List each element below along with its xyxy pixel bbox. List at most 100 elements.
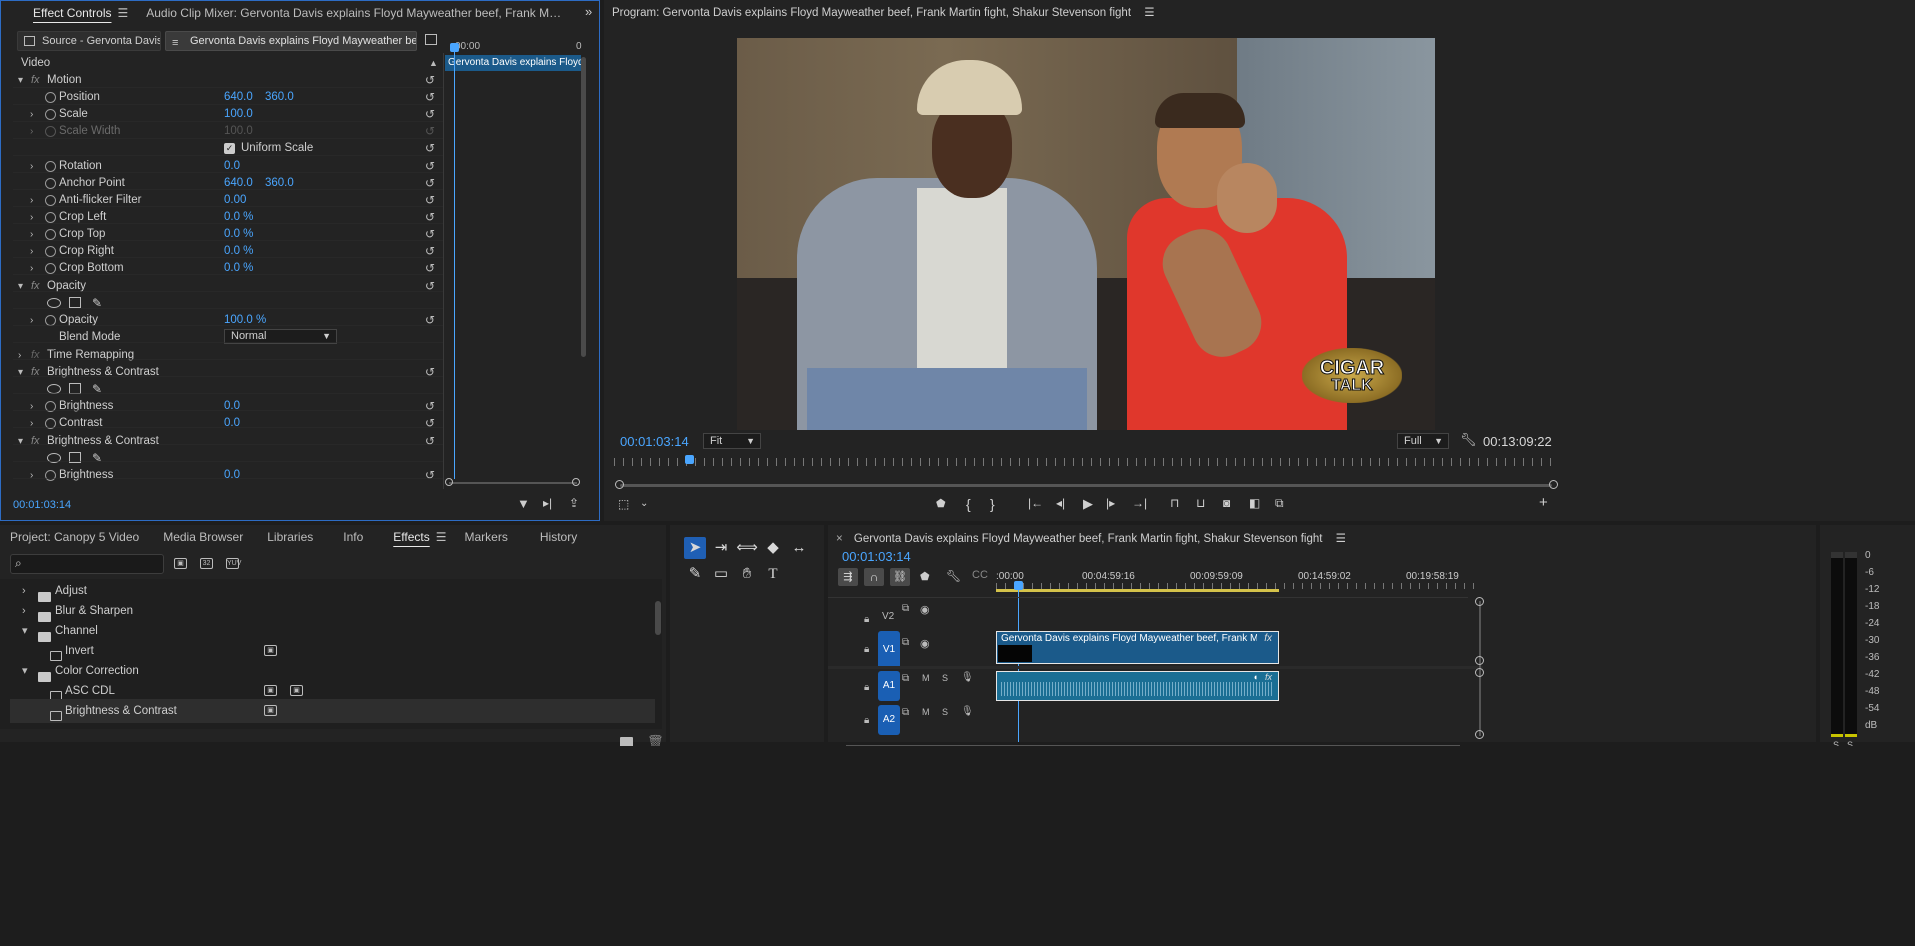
sequence-selector[interactable]: ≡ Gervonta Davis explains Floyd Mayweath… — [165, 31, 417, 51]
tab-media-browser[interactable]: Media Browser — [151, 525, 255, 549]
safe-margins-icon[interactable]: ⬚ — [618, 497, 629, 511]
tab-project[interactable]: Project: Canopy 5 Video — [0, 525, 151, 549]
close-icon[interactable]: × — [836, 533, 843, 545]
stopwatch-icon[interactable] — [45, 246, 56, 257]
sync-lock-icon[interactable]: ⧉ — [902, 707, 909, 718]
scroll-handle[interactable] — [1475, 730, 1484, 739]
export-frame-icon[interactable]: ◙ — [1223, 496, 1230, 510]
lock-icon[interactable]: 🔒︎ — [864, 614, 869, 625]
zoom-handle-right[interactable] — [572, 478, 580, 486]
captions-icon[interactable]: CC — [972, 569, 988, 581]
add-button-icon[interactable]: + — [1539, 494, 1548, 511]
sync-lock-icon[interactable]: ⧉ — [902, 603, 909, 614]
accelerated-effects-icon[interactable]: ▣ — [174, 558, 187, 569]
eye-icon[interactable]: ◉ — [920, 603, 930, 616]
comparison-view-icon[interactable]: ◧ — [1249, 496, 1260, 510]
sync-lock-icon[interactable]: ⧉ — [902, 673, 909, 684]
lift-icon[interactable]: ⊓ — [1170, 496, 1179, 510]
scroll-handle[interactable] — [1475, 656, 1484, 665]
search-input[interactable] — [31, 556, 159, 572]
tab-info[interactable]: Info — [325, 525, 381, 549]
chevron-down-icon[interactable]: ⌄ — [640, 498, 648, 509]
ripple-edit-tool-icon[interactable]: ⟺ — [736, 537, 758, 559]
program-time-ruler[interactable] — [614, 458, 1559, 466]
expand-chevron-icon[interactable]: › — [30, 465, 33, 486]
stopwatch-icon[interactable] — [45, 229, 56, 240]
panel-menu-icon[interactable]: ☰ — [1336, 533, 1346, 545]
audio-clip[interactable]: ◖ fx — [996, 671, 1279, 701]
program-video-frame[interactable]: CIGAR TALK — [737, 38, 1435, 430]
program-timecode[interactable]: 00:01:03:14 — [620, 434, 689, 449]
rectangle-mask-icon[interactable] — [69, 297, 81, 308]
play-icon[interactable]: ▶ — [1083, 496, 1093, 512]
rectangle-tool-icon[interactable]: ▭ — [710, 563, 732, 585]
tab-effect-controls[interactable]: Effect Controls — [21, 1, 123, 25]
brightness-value[interactable]: 0.0 — [224, 465, 240, 486]
mute-button[interactable]: M — [922, 673, 930, 683]
work-area-bar[interactable] — [996, 589, 1279, 592]
extract-icon[interactable]: ⊔ — [1196, 496, 1205, 510]
fit-dropdown[interactable]: Fit ▼ — [703, 433, 761, 449]
mark-out-icon[interactable]: } — [990, 496, 995, 512]
add-marker-icon[interactable]: ⬟ — [936, 497, 946, 510]
stopwatch-icon[interactable] — [45, 263, 56, 274]
play-audio-icon[interactable]: ▸| — [543, 496, 552, 510]
tab-markers[interactable]: Markers — [453, 525, 520, 549]
add-marker-icon[interactable]: ⬟ — [920, 570, 930, 583]
razor-tool-icon[interactable]: ◆ — [762, 537, 784, 559]
timeline-tab[interactable]: × Gervonta Davis explains Floyd Mayweath… — [836, 531, 1346, 545]
stopwatch-icon[interactable] — [45, 161, 56, 172]
solo-button[interactable]: S — [942, 707, 948, 717]
insert-sequence-nest-icon[interactable]: ⇶ — [838, 568, 858, 586]
reset-icon[interactable]: ↺ — [425, 465, 435, 486]
program-playhead-marker[interactable] — [685, 455, 694, 464]
32bit-effects-icon[interactable]: 32 — [200, 558, 213, 569]
effects-search-field[interactable]: ⌕ — [10, 554, 164, 574]
stopwatch-icon[interactable] — [45, 212, 56, 223]
tab-audio-clip-mixer[interactable]: Audio Clip Mixer: Gervonta Davis explain… — [134, 1, 574, 25]
sync-lock-icon[interactable]: ⧉ — [902, 637, 909, 648]
rectangle-mask-icon[interactable] — [69, 383, 81, 394]
scroll-handle-left[interactable] — [615, 480, 624, 489]
ellipse-mask-icon[interactable] — [47, 453, 61, 463]
panel-menu-icon[interactable]: ☰ — [1144, 7, 1154, 19]
mini-playhead-handle[interactable] — [450, 43, 459, 52]
mute-button[interactable]: M — [922, 707, 930, 717]
properties-scrollbar[interactable] — [581, 57, 586, 357]
go-to-in-icon[interactable]: |← — [1028, 496, 1043, 510]
stopwatch-icon[interactable] — [45, 470, 56, 481]
stopwatch-icon[interactable] — [45, 109, 56, 120]
toggle-timeline-icon[interactable] — [425, 34, 437, 45]
lock-icon[interactable]: 🔒︎ — [864, 715, 869, 726]
stopwatch-icon[interactable] — [45, 401, 56, 412]
resolution-dropdown[interactable]: Full ▼ — [1397, 433, 1449, 449]
tab-libraries[interactable]: Libraries — [255, 525, 325, 549]
scroll-handle-right[interactable] — [1549, 480, 1558, 489]
mini-playhead[interactable] — [454, 43, 455, 479]
list-item-selected[interactable]: Brightness & Contrast ▣ — [10, 699, 655, 723]
step-back-icon[interactable]: ◂| — [1056, 496, 1065, 510]
tab-history[interactable]: History — [520, 525, 597, 549]
settings-wrench-icon[interactable]: 🔧︎ — [946, 569, 961, 583]
panel-menu-icon[interactable]: ☰ — [117, 6, 128, 20]
overflow-chevron-icon[interactable]: » — [585, 4, 592, 19]
yuv-effects-icon[interactable]: YUV — [226, 558, 241, 569]
program-monitor-title[interactable]: Program: Gervonta Davis explains Floyd M… — [612, 5, 1155, 19]
go-to-out-icon[interactable]: →| — [1132, 496, 1147, 510]
video-clip[interactable]: Gervonta Davis explains Floyd Mayweather… — [996, 631, 1279, 664]
selection-tool-icon[interactable]: ➤ — [684, 537, 706, 559]
rectangle-mask-icon[interactable] — [69, 452, 81, 463]
source-selector[interactable]: Source - Gervonta Davis e... — [17, 31, 161, 51]
uniform-scale-checkbox[interactable]: ✓ — [224, 143, 235, 154]
microphone-icon[interactable]: 🎙︎ — [961, 672, 974, 683]
mini-zoom-slider[interactable] — [449, 482, 577, 484]
step-forward-icon[interactable]: |▸ — [1106, 496, 1115, 510]
ellipse-mask-icon[interactable] — [47, 384, 61, 394]
pen-tool-icon[interactable]: ✎ — [684, 563, 706, 585]
hand-tool-icon[interactable]: ✋︎ — [736, 563, 758, 585]
track-label-a2[interactable]: A2 — [878, 705, 900, 735]
scroll-handle[interactable] — [1475, 668, 1484, 677]
settings-wrench-icon[interactable]: 🔧︎ — [1460, 432, 1477, 448]
stopwatch-icon[interactable] — [45, 195, 56, 206]
stopwatch-icon[interactable] — [45, 315, 56, 326]
